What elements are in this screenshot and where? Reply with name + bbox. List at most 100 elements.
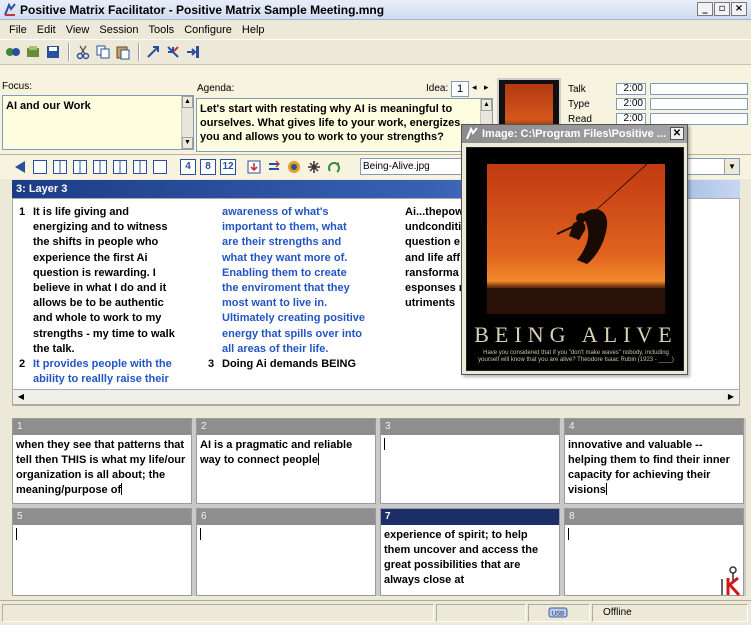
grid-cell-8[interactable]: 8 bbox=[564, 508, 744, 596]
cell-number: 2 bbox=[197, 419, 375, 435]
scroll-left-icon[interactable]: ◀ bbox=[15, 391, 27, 403]
menu-configure[interactable]: Configure bbox=[179, 24, 237, 36]
cut-icon[interactable] bbox=[74, 43, 92, 61]
maximize-button[interactable]: ▫ bbox=[714, 2, 730, 16]
app-logo bbox=[718, 565, 748, 597]
scroll-up-icon[interactable]: ▲ bbox=[182, 96, 193, 108]
agenda-text: Let's start with restating why AI is mea… bbox=[200, 103, 461, 143]
cell-number: 5 bbox=[13, 509, 191, 525]
grid-cell-4[interactable]: 4 innovative and valuable -- helping the… bbox=[564, 418, 744, 504]
type-timer: Type 2:00 bbox=[566, 97, 748, 111]
text-caret bbox=[384, 438, 385, 450]
talk-field[interactable] bbox=[650, 83, 748, 95]
menu-help[interactable]: Help bbox=[237, 24, 270, 36]
expand-icon[interactable] bbox=[144, 43, 162, 61]
idea-number-field[interactable]: 1 bbox=[451, 81, 469, 97]
poster-image: BEING ALIVE Have you considered that if … bbox=[466, 147, 684, 371]
grid-cell-1[interactable]: 1 when they see that patterns that tell … bbox=[12, 418, 192, 504]
talk-label: Talk bbox=[568, 83, 586, 95]
minimize-button[interactable]: _ bbox=[697, 2, 713, 16]
layout-6-icon[interactable] bbox=[132, 159, 148, 175]
back-arrow-icon[interactable] bbox=[12, 159, 28, 175]
poster-photo bbox=[487, 163, 665, 314]
talk-time[interactable]: 2:00 bbox=[616, 83, 646, 95]
grid-cell-7[interactable]: 7 experience of spirit; to help them unc… bbox=[380, 508, 560, 596]
text-caret bbox=[121, 483, 123, 495]
kitesurfer-silhouette bbox=[487, 163, 665, 314]
menu-edit[interactable]: Edit bbox=[32, 24, 61, 36]
idea-prev-icon[interactable]: ◂ bbox=[472, 82, 477, 93]
layer-item[interactable]: Ai...thepow undconditi question e and li… bbox=[405, 205, 467, 311]
talk-timer: Talk 2:00 bbox=[566, 82, 748, 96]
menu-bar: File Edit View Session Tools Configure H… bbox=[0, 20, 751, 39]
image-select-value: Being-Alive.jpg bbox=[363, 161, 430, 172]
layer-item[interactable]: 1 It is life giving and energizing and t… bbox=[19, 205, 179, 357]
svg-text:USB: USB bbox=[552, 612, 564, 618]
flower-icon[interactable] bbox=[306, 159, 322, 175]
layer-item[interactable]: 2 It provides people with the ability to… bbox=[19, 357, 179, 387]
layer-item[interactable]: awareness of what's important to them, w… bbox=[206, 205, 366, 357]
focus-scrollbar[interactable]: ▲ ▼ bbox=[181, 96, 193, 149]
text-caret bbox=[317, 453, 319, 465]
scroll-up-icon[interactable]: ▲ bbox=[481, 99, 492, 111]
grid-cell-3[interactable]: 3 bbox=[380, 418, 560, 504]
layout-4-icon[interactable] bbox=[92, 159, 108, 175]
horizontal-scrollbar[interactable]: ◀ ▶ bbox=[12, 389, 740, 405]
idea-grid: 1 when they see that patterns that tell … bbox=[12, 418, 746, 596]
toolbar-separator bbox=[68, 43, 70, 61]
open-icon[interactable] bbox=[24, 43, 42, 61]
menu-file[interactable]: File bbox=[4, 24, 32, 36]
poster-caption: Have you considered that if you "don't m… bbox=[478, 350, 674, 363]
grid-cell-6[interactable]: 6 bbox=[196, 508, 376, 596]
layer-column-1: 1 It is life giving and energizing and t… bbox=[19, 205, 179, 387]
chevron-down-icon[interactable]: ▼ bbox=[724, 159, 739, 174]
layer-item[interactable]: 3 Doing Ai demands BEING bbox=[208, 357, 366, 372]
grid-12-button[interactable]: 12 bbox=[220, 159, 236, 175]
close-icon[interactable]: ✕ bbox=[670, 127, 684, 140]
grid-4-button[interactable]: 4 bbox=[180, 159, 196, 175]
grid-cell-5[interactable]: 5 bbox=[12, 508, 192, 596]
usb-icon: USB bbox=[548, 607, 568, 618]
download-icon[interactable] bbox=[246, 159, 262, 175]
sort-icon[interactable] bbox=[266, 159, 282, 175]
idea-next-icon[interactable]: ▸ bbox=[484, 82, 489, 93]
image-preview-window[interactable]: Image: C:\Program Files\Positive ... ✕ B… bbox=[461, 124, 688, 375]
cell-number: 6 bbox=[197, 509, 375, 525]
collapse-icon[interactable] bbox=[164, 43, 182, 61]
menu-tools[interactable]: Tools bbox=[144, 24, 180, 36]
layout-1-icon[interactable] bbox=[32, 159, 48, 175]
layout-7-icon[interactable] bbox=[152, 159, 168, 175]
paste-icon[interactable] bbox=[114, 43, 132, 61]
type-field[interactable] bbox=[650, 98, 748, 110]
refresh-icon[interactable] bbox=[326, 159, 342, 175]
menu-view[interactable]: View bbox=[61, 24, 95, 36]
grid-cell-2[interactable]: 2 AI is a pragmatic and reliable way to … bbox=[196, 418, 376, 504]
new-icon[interactable] bbox=[4, 43, 22, 61]
menu-session[interactable]: Session bbox=[94, 24, 143, 36]
status-panel-empty bbox=[436, 604, 526, 622]
type-label: Type bbox=[568, 98, 590, 110]
layout-3-icon[interactable] bbox=[72, 159, 88, 175]
cell-text: innovative and valuable -- helping them … bbox=[568, 439, 730, 496]
scroll-down-icon[interactable]: ▼ bbox=[182, 137, 193, 149]
close-button[interactable]: × bbox=[731, 2, 747, 16]
cell-number: 7 bbox=[381, 509, 559, 525]
focus-field[interactable]: AI and our Work ▲ ▼ bbox=[2, 95, 194, 150]
popup-title-bar[interactable]: Image: C:\Program Files\Positive ... ✕ bbox=[462, 125, 687, 143]
target-icon[interactable] bbox=[286, 159, 302, 175]
layout-2-icon[interactable] bbox=[52, 159, 68, 175]
layout-5-icon[interactable] bbox=[112, 159, 128, 175]
split-icon[interactable] bbox=[184, 43, 202, 61]
grid-8-button[interactable]: 8 bbox=[200, 159, 216, 175]
agenda-field[interactable]: Let's start with restating why AI is mea… bbox=[196, 98, 493, 152]
copy-icon[interactable] bbox=[94, 43, 112, 61]
item-number: 3 bbox=[208, 358, 215, 371]
cell-text: when they see that patterns that tell th… bbox=[16, 439, 186, 496]
cell-number: 3 bbox=[381, 419, 559, 435]
item-text: Doing Ai demands BEING bbox=[222, 358, 357, 371]
window-title: Positive Matrix Facilitator - Positive M… bbox=[20, 3, 385, 17]
item-text: Ai...thepow undconditi question e and li… bbox=[405, 206, 467, 310]
save-icon[interactable] bbox=[44, 43, 62, 61]
scroll-right-icon[interactable]: ▶ bbox=[725, 391, 737, 403]
type-time[interactable]: 2:00 bbox=[616, 98, 646, 110]
